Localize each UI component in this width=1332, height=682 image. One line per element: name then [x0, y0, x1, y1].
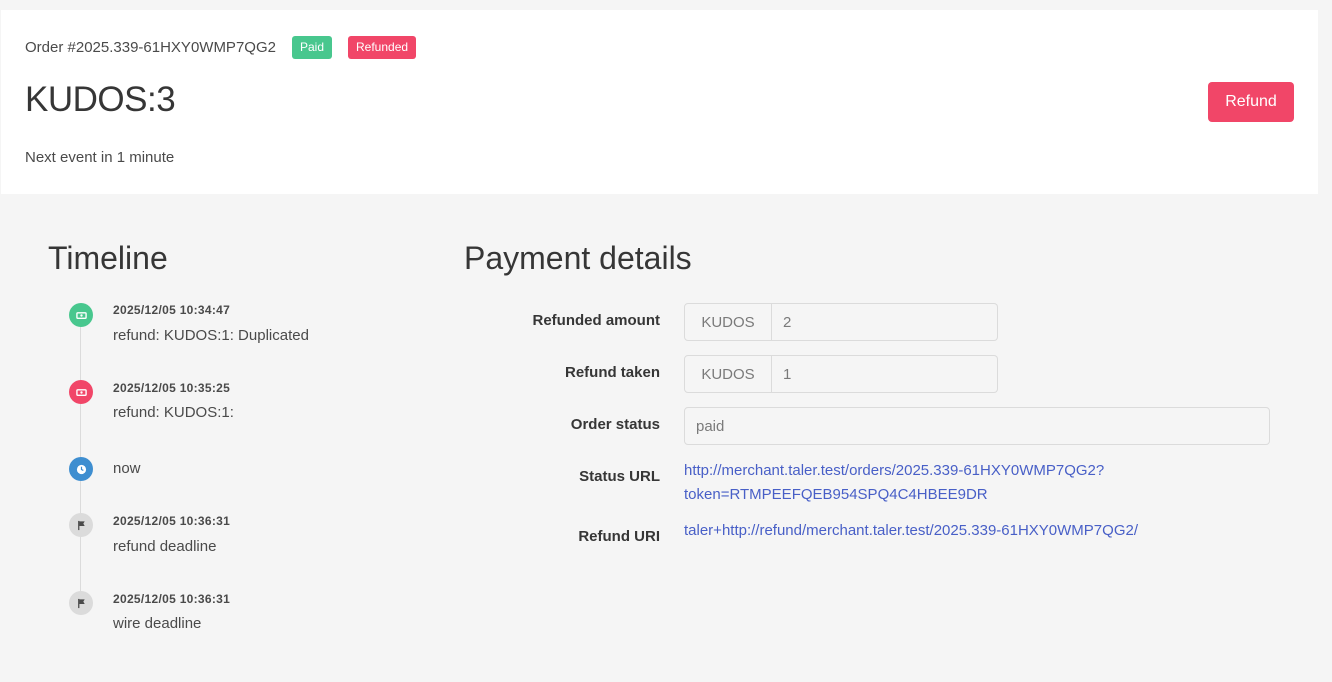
status-url-line-2: token=RTMPEEFQEB954SPQ4C4HBEE9DR — [684, 486, 988, 503]
currency-addon: KUDOS — [684, 355, 772, 393]
order-status-input[interactable]: paid — [684, 407, 1270, 445]
payment-details-title: Payment details — [464, 240, 692, 276]
timeline-event-date: 2025/12/05 10:35:25 — [113, 381, 231, 395]
order-status-label: Order status — [570, 416, 660, 433]
timeline-event-date: 2025/12/05 10:36:31 — [113, 592, 231, 606]
status-url-label: Status URL — [579, 468, 660, 485]
paid-badge: Paid — [291, 36, 332, 59]
refund-taken-label: Refund taken — [564, 364, 660, 381]
timeline-event-text: refund deadline — [113, 538, 217, 555]
refund-uri-label: Refund URI — [578, 528, 660, 545]
timeline-event-date: 2025/12/05 10:34:47 — [113, 303, 231, 317]
refund-icon — [69, 303, 93, 327]
currency-addon: KUDOS — [684, 303, 772, 341]
timeline-event-text: refund: KUDOS:1: Duplicated — [113, 327, 309, 344]
timeline-event-date: 2025/12/05 10:36:31 — [113, 514, 231, 528]
order-header: Order #2025.339-61HXY0WMP7QG2 Paid Refun… — [25, 36, 417, 59]
refund-uri-link[interactable]: taler+http://refund/merchant.taler.test/… — [684, 519, 1138, 543]
refund-icon — [69, 380, 93, 404]
clock-icon — [69, 457, 93, 481]
refunded-amount-label: Refunded amount — [532, 312, 661, 329]
timeline-event-text: now — [113, 460, 141, 477]
refunded-badge: Refunded — [348, 36, 417, 59]
flag-icon — [69, 591, 93, 615]
timeline-title: Timeline — [48, 240, 168, 276]
refund-taken-field: KUDOS 1 — [684, 355, 998, 393]
next-event-text: Next event in 1 minute — [25, 149, 175, 166]
order-amount: KUDOS:3 — [25, 80, 176, 119]
refund-button[interactable]: Refund — [1208, 82, 1294, 122]
timeline-event-text: refund: KUDOS:1: — [113, 404, 234, 421]
timeline-event-text: wire deadline — [113, 615, 202, 632]
status-url-link[interactable]: http://merchant.taler.test/orders/2025.3… — [684, 459, 1104, 507]
flag-icon — [69, 513, 93, 537]
refunded-amount-field: KUDOS 2 — [684, 303, 998, 341]
order-id: Order #2025.339-61HXY0WMP7QG2 — [25, 39, 276, 56]
order-summary-card: Order #2025.339-61HXY0WMP7QG2 Paid Refun… — [1, 10, 1318, 194]
refunded-amount-input[interactable]: 2 — [772, 303, 998, 341]
refund-taken-input[interactable]: 1 — [772, 355, 998, 393]
status-url-line-1: http://merchant.taler.test/orders/2025.3… — [684, 462, 1105, 479]
